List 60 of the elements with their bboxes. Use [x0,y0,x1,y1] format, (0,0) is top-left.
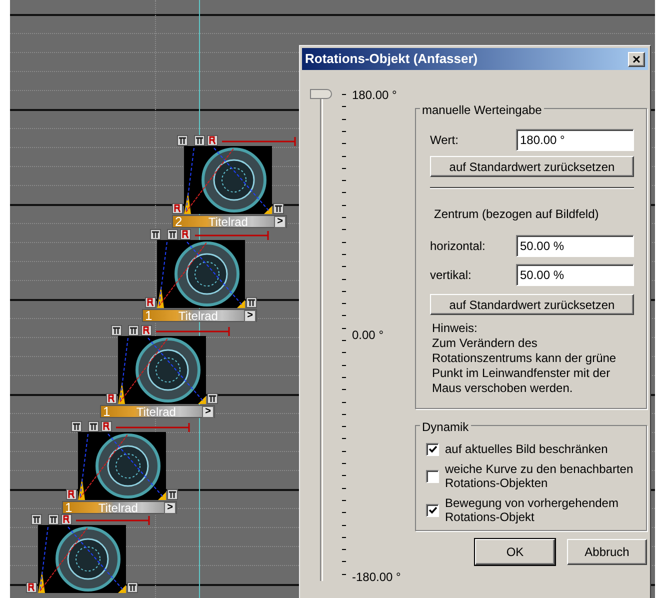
reset-button[interactable]: auf Standardwert zurücksetzen [430,294,634,315]
checkbox[interactable] [426,470,439,482]
handle-icon[interactable] [61,514,72,525]
handle-icon[interactable] [145,297,156,308]
checkbox[interactable] [426,442,439,456]
handle-icon[interactable] [66,489,77,500]
dialog-button[interactable]: Abbruch [567,539,647,565]
handle-icon[interactable] [88,421,99,432]
checkbox-label: auf aktuelles Bild beschränken [445,442,608,456]
window-title: Rotations-Objekt (Anfasser) [305,50,478,68]
clip-number: 2 [174,215,182,228]
handle-icon[interactable] [207,135,218,146]
clip-number: 1 [64,501,72,514]
handle-icon[interactable] [167,489,178,500]
slider-thumb[interactable] [310,89,332,99]
clip-arrow-button[interactable]: > [202,406,214,418]
handle-icon[interactable] [111,325,122,336]
handle-icon[interactable] [273,203,284,214]
handle-icon[interactable] [26,582,37,593]
clip-number: 1 [144,309,152,322]
vertical-label: vertikal: [430,267,472,284]
checkbox-label: Bewegung von vorhergehendem Rotations-Objekt [445,496,620,524]
handle-icon[interactable] [128,325,139,336]
slider-max-label: 180.00 ° [352,87,397,104]
handle-icon[interactable] [141,325,152,336]
handle-icon[interactable] [48,514,59,525]
slider-mid-label: 0.00 ° [352,327,384,344]
value-field[interactable]: 180.00 ° [516,129,634,151]
handle-icon[interactable] [180,229,191,240]
value-label: Wert: [430,132,458,149]
horizontal-label: horizontal: [430,238,486,255]
check-icon [428,506,436,514]
handle-icon[interactable] [71,421,82,432]
clip-number: 1 [102,405,110,418]
handle-icon[interactable] [101,421,112,432]
checkbox-label: weiche Kurve zu den benachbarten Rotations-Objekten [445,462,634,490]
center-title: Zentrum (bezogen auf Bildfeld) [433,206,600,223]
clip-arrow-button[interactable]: > [164,502,176,514]
handle-icon[interactable] [150,229,161,240]
rotation-slider[interactable] [310,89,334,581]
dialog-button[interactable]: OK [475,539,555,565]
clip-arrow-button[interactable]: > [244,310,256,322]
horizontal-field[interactable]: 50.00 % [516,235,634,257]
check-icon [428,446,436,452]
handle-icon[interactable] [127,582,138,593]
close-button[interactable]: × [628,52,645,66]
clip-arrow-button[interactable]: > [274,216,286,228]
handle-icon[interactable] [207,393,218,404]
handle-icon[interactable] [194,135,205,146]
slider-min-label: -180.00 ° [352,569,401,586]
hint-text: Hinweis: Zum Verändern des Rotationszentrums kann der grüne Punkt im Leinwandfenster mit der Maus verschoben werden. [431,321,618,396]
handle-icon[interactable] [177,135,188,146]
handle-icon[interactable] [172,203,183,214]
checkbox[interactable] [426,504,439,516]
handle-icon[interactable] [167,229,178,240]
handle-icon[interactable] [31,514,42,525]
reset-button[interactable]: auf Standardwert zurücksetzen [430,156,634,177]
vertical-field[interactable]: 50.00 % [516,264,634,286]
handle-icon[interactable] [246,297,257,308]
handle-icon[interactable] [106,393,117,404]
